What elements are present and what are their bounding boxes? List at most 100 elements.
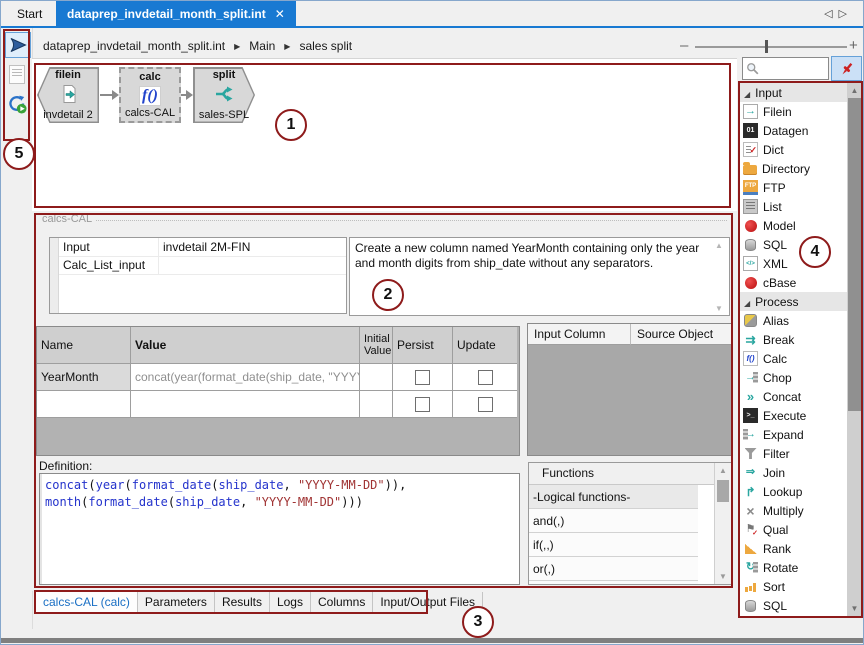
tab-scroll-arrows[interactable]: ◁▷ xyxy=(824,7,853,20)
tab-active-document[interactable]: dataprep_invdetail_month_split.int ✕ xyxy=(56,1,296,26)
code-token: ( xyxy=(125,478,132,492)
column-header-source-object[interactable]: Source Object xyxy=(631,324,731,345)
cell-initial-value[interactable] xyxy=(360,391,393,418)
tab-start[interactable]: Start xyxy=(5,3,54,26)
palette-item-label: Multiply xyxy=(763,504,804,518)
palette-item-chop[interactable]: Chop xyxy=(740,368,847,387)
function-list-item[interactable]: if(,,) xyxy=(529,533,698,557)
function-list-item[interactable]: and(,) xyxy=(529,509,698,533)
palette-item-lookup[interactable]: Lookup xyxy=(740,482,847,501)
update-checkbox[interactable] xyxy=(478,370,493,385)
palette-item-join[interactable]: Join xyxy=(740,463,847,482)
bottom-tab-logs[interactable]: Logs xyxy=(270,592,311,612)
palette-item-qual[interactable]: Qual xyxy=(740,520,847,539)
palette-item-label: Lookup xyxy=(763,485,802,499)
palette-section-process[interactable]: Process xyxy=(740,292,847,311)
palette-item-calc[interactable]: Calc xyxy=(740,349,847,368)
schedule-run-icon[interactable] xyxy=(5,92,29,116)
zoom-slider-thumb[interactable] xyxy=(765,40,768,53)
input-column-mapping-table[interactable]: Input Column Source Object xyxy=(527,323,732,456)
scroll-up-icon[interactable]: ▲ xyxy=(715,466,731,475)
function-list-item[interactable]: -Logical functions- xyxy=(529,485,698,509)
scroll-down-icon[interactable]: ▼ xyxy=(847,604,862,613)
column-header-input-column[interactable]: Input Column xyxy=(528,324,631,345)
zoom-out-button[interactable]: – xyxy=(680,37,688,54)
scroll-down-icon[interactable]: ▼ xyxy=(715,304,723,313)
palette-item-xml[interactable]: XML xyxy=(740,254,847,273)
palette-item-label: Rotate xyxy=(763,561,798,575)
palette-item-ftp[interactable]: FTP xyxy=(740,178,847,197)
palette-item-list[interactable]: List xyxy=(740,197,847,216)
palette-item-expand[interactable]: Expand xyxy=(740,425,847,444)
bottom-tab-calcs-cal-calc-[interactable]: calcs-CAL (calc) xyxy=(36,592,138,612)
description-textarea[interactable]: Create a new column named YearMonth cont… xyxy=(349,237,730,316)
column-header-persist[interactable]: Persist xyxy=(393,327,453,364)
palette-item-sql[interactable]: SQL xyxy=(740,596,847,615)
functions-scrollbar[interactable]: ▲ ▼ xyxy=(714,463,731,584)
persist-checkbox[interactable] xyxy=(415,370,430,385)
callout-5: 5 xyxy=(3,138,35,170)
node-filein[interactable]: filein invdetail 2 xyxy=(37,67,99,123)
column-header-value[interactable]: Value xyxy=(131,327,360,364)
zoom-in-button[interactable]: + xyxy=(849,37,858,54)
cell-initial-value[interactable] xyxy=(360,364,393,391)
node-split[interactable]: split sales-SPL xyxy=(193,67,255,123)
node-input-table[interactable]: Input invdetail 2M-FIN Calc_List_input xyxy=(49,237,347,314)
palette-item-label: Sort xyxy=(763,580,785,594)
column-header-name[interactable]: Name xyxy=(37,327,131,364)
definition-code-editor[interactable]: concat(year(format_date(ship_date, "YYYY… xyxy=(39,473,520,585)
code-token: format_date xyxy=(132,478,211,492)
breadcrumb-item-main[interactable]: Main xyxy=(249,39,275,53)
scrollbar-thumb[interactable] xyxy=(717,480,729,502)
pin-palette-button[interactable] xyxy=(831,56,862,81)
input-value-cell[interactable]: invdetail 2M-FIN xyxy=(159,238,346,256)
search-input[interactable] xyxy=(763,61,827,77)
palette-item-datagen[interactable]: Datagen xyxy=(740,121,847,140)
definition-label: Definition: xyxy=(39,459,92,473)
callout-1: 1 xyxy=(275,109,307,141)
palette-item-sort[interactable]: Sort xyxy=(740,577,847,596)
palette-item-multiply[interactable]: Multiply xyxy=(740,501,847,520)
node-calc-selected[interactable]: calc f() calcs-CAL xyxy=(119,67,181,123)
palette-item-alias[interactable]: Alias xyxy=(740,311,847,330)
input-value-cell[interactable] xyxy=(159,256,346,274)
breadcrumb-item-file[interactable]: dataprep_invdetail_month_split.int xyxy=(43,39,225,53)
update-checkbox[interactable] xyxy=(478,397,493,412)
scroll-down-icon[interactable]: ▼ xyxy=(715,572,731,581)
palette-item-concat[interactable]: Concat xyxy=(740,387,847,406)
palette-section-input[interactable]: Input xyxy=(740,83,847,102)
palette-item-directory[interactable]: Directory xyxy=(740,159,847,178)
bottom-tab-results[interactable]: Results xyxy=(215,592,270,612)
column-header-update[interactable]: Update xyxy=(453,327,517,364)
column-header-initial-value[interactable]: Initial Value xyxy=(360,327,393,364)
palette-item-filter[interactable]: Filter xyxy=(740,444,847,463)
scrollbar-thumb[interactable] xyxy=(848,98,861,411)
close-tab-icon[interactable]: ✕ xyxy=(275,7,285,21)
persist-checkbox[interactable] xyxy=(415,397,430,412)
scroll-up-icon[interactable]: ▲ xyxy=(847,86,862,95)
cell-name[interactable] xyxy=(37,391,131,418)
workflow-run-icon[interactable] xyxy=(5,32,31,58)
palette-scrollbar[interactable]: ▲ ▼ xyxy=(847,83,862,616)
cell-value[interactable]: concat(year(format_date(ship_date, "YYYY… xyxy=(131,364,360,391)
bottom-tab-columns[interactable]: Columns xyxy=(311,592,373,612)
palette-item-execute[interactable]: Execute xyxy=(740,406,847,425)
palette-search[interactable] xyxy=(742,57,829,80)
zoom-slider-track[interactable] xyxy=(695,46,847,48)
cell-name[interactable]: YearMonth xyxy=(37,364,131,391)
palette-item-cbase[interactable]: cBase xyxy=(740,273,847,292)
scroll-up-icon[interactable]: ▲ xyxy=(715,241,723,250)
breadcrumb-item-sales-split[interactable]: sales split xyxy=(299,39,352,53)
palette-item-rotate[interactable]: Rotate xyxy=(740,558,847,577)
cell-value[interactable] xyxy=(131,391,360,418)
palette-item-rank[interactable]: Rank xyxy=(740,539,847,558)
palette-item-break[interactable]: Break xyxy=(740,330,847,349)
function-list-item[interactable]: or(,) xyxy=(529,557,698,581)
bottom-tab-parameters[interactable]: Parameters xyxy=(138,592,215,612)
palette-item-model[interactable]: Model xyxy=(740,216,847,235)
report-icon[interactable] xyxy=(5,62,29,86)
palette-item-filein[interactable]: Filein xyxy=(740,102,847,121)
filein-icon xyxy=(743,104,758,119)
function-list-item[interactable]: not() xyxy=(529,581,698,585)
palette-item-dict[interactable]: Dict xyxy=(740,140,847,159)
